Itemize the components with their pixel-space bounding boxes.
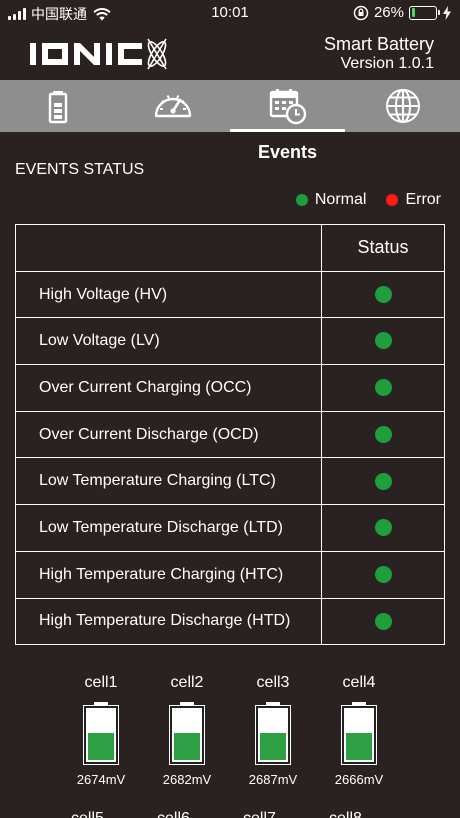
tab-bar <box>0 80 460 132</box>
table-row: Over Current Discharge (OCD) <box>15 410 445 459</box>
status-bar-right: 26% <box>353 4 452 21</box>
tab-events[interactable] <box>230 80 345 132</box>
legend-normal: Normal <box>295 191 367 209</box>
cell-voltage: 2674mV <box>76 772 126 787</box>
event-name: High Voltage (HV) <box>15 270 322 319</box>
event-status-cell <box>321 457 445 506</box>
cell-label: cell5 <box>71 810 131 818</box>
event-status-cell <box>321 317 445 366</box>
event-name-header <box>15 224 322 272</box>
app-title: Smart Battery <box>323 34 434 54</box>
cell-battery-icon <box>83 702 119 766</box>
table-row: High Voltage (HV) <box>15 270 445 319</box>
cell-item: cell3 2687mV <box>243 674 303 787</box>
cell-level-fill <box>174 733 200 760</box>
cell-voltage: 2682mV <box>162 772 212 787</box>
active-tab-label: Events <box>257 142 318 162</box>
event-name: Low Temperature Charging (LTC) <box>15 457 322 506</box>
app-version: Version 1.0.1 <box>340 55 434 72</box>
globe-icon <box>385 89 420 123</box>
legend-error: Error <box>386 191 441 209</box>
charging-bolt-icon <box>443 5 451 20</box>
status-header: Status <box>321 224 445 272</box>
battery-status-icon <box>409 5 440 20</box>
cell-item: cell1 2674mV <box>71 674 131 787</box>
table-row: High Temperature Discharge (HTD) <box>15 597 445 646</box>
status-indicator-icon <box>374 565 392 583</box>
status-legend: Normal Error <box>276 191 441 209</box>
ionic-logo <box>30 38 167 70</box>
status-indicator-icon <box>374 472 392 490</box>
cell-item: cell4 2666mV <box>329 674 389 787</box>
status-indicator-icon <box>374 285 392 303</box>
cell-label: cell1 <box>84 674 118 691</box>
event-name: Low Temperature Discharge (LTD) <box>15 504 322 552</box>
rotation-lock-icon <box>353 5 369 20</box>
table-row: Low Voltage (LV) <box>15 317 445 366</box>
event-status-cell <box>321 550 445 599</box>
cell-battery-icon <box>255 702 291 766</box>
table-header-row: Status <box>15 224 445 272</box>
cell-battery-icon <box>169 702 205 766</box>
calendar-clock-icon <box>269 89 306 125</box>
app-root: 中国联通 10:01 26% Smart Battery Version 1.0… <box>0 0 460 818</box>
event-name: High Temperature Discharge (HTD) <box>15 597 322 646</box>
cell-label: cell6 <box>157 810 217 818</box>
event-status-cell <box>321 270 445 319</box>
event-name: Over Current Charging (OCC) <box>15 364 322 412</box>
status-indicator-icon <box>374 332 392 350</box>
section-title: EVENTS STATUS <box>15 161 145 178</box>
cell-label: cell8 <box>329 810 389 818</box>
status-indicator-icon <box>374 612 392 630</box>
table-row: High Temperature Charging (HTC) <box>15 550 445 599</box>
cell-level-fill <box>88 733 114 760</box>
speedometer-icon <box>154 94 191 118</box>
cell-voltage: 2666mV <box>334 772 384 787</box>
event-name: Low Voltage (LV) <box>15 317 322 366</box>
legend-error-label: Error <box>405 191 441 208</box>
legend-normal-label: Normal <box>314 191 367 208</box>
cell-voltage: 2687mV <box>248 772 298 787</box>
cell-item: cell2 2682mV <box>157 674 217 787</box>
table-row: Low Temperature Discharge (LTD) <box>15 504 445 552</box>
event-name: High Temperature Charging (HTC) <box>15 550 322 599</box>
cell-label: cell2 <box>170 674 204 691</box>
status-bar: 中国联通 10:01 26% <box>0 0 460 28</box>
event-status-cell <box>321 504 445 552</box>
cell-label: cell4 <box>342 674 376 691</box>
table-row: Low Temperature Charging (LTC) <box>15 457 445 506</box>
app-header: Smart Battery Version 1.0.1 <box>0 28 460 80</box>
table-row: Over Current Charging (OCC) <box>15 364 445 412</box>
tab-speed[interactable] <box>115 80 230 132</box>
event-status-cell <box>321 410 445 459</box>
status-indicator-icon <box>374 519 392 537</box>
normal-dot-icon <box>295 194 308 206</box>
tab-battery[interactable] <box>0 80 115 132</box>
event-status-cell <box>321 597 445 646</box>
status-indicator-icon <box>374 425 392 443</box>
error-dot-icon <box>386 194 399 206</box>
battery-icon <box>48 91 67 124</box>
cell-level-fill <box>346 733 372 760</box>
battery-percent: 26% <box>373 4 404 21</box>
cell-battery-icon <box>341 702 377 766</box>
event-name: Over Current Discharge (OCD) <box>15 410 322 459</box>
cell-label: cell7 <box>243 810 303 818</box>
tab-network[interactable] <box>345 80 460 132</box>
status-indicator-icon <box>374 379 392 397</box>
cell-level-fill <box>260 733 286 760</box>
events-table: Status High Voltage (HV) Low Voltage (LV)… <box>15 224 445 646</box>
cell-label: cell3 <box>256 674 290 691</box>
event-status-cell <box>321 364 445 412</box>
